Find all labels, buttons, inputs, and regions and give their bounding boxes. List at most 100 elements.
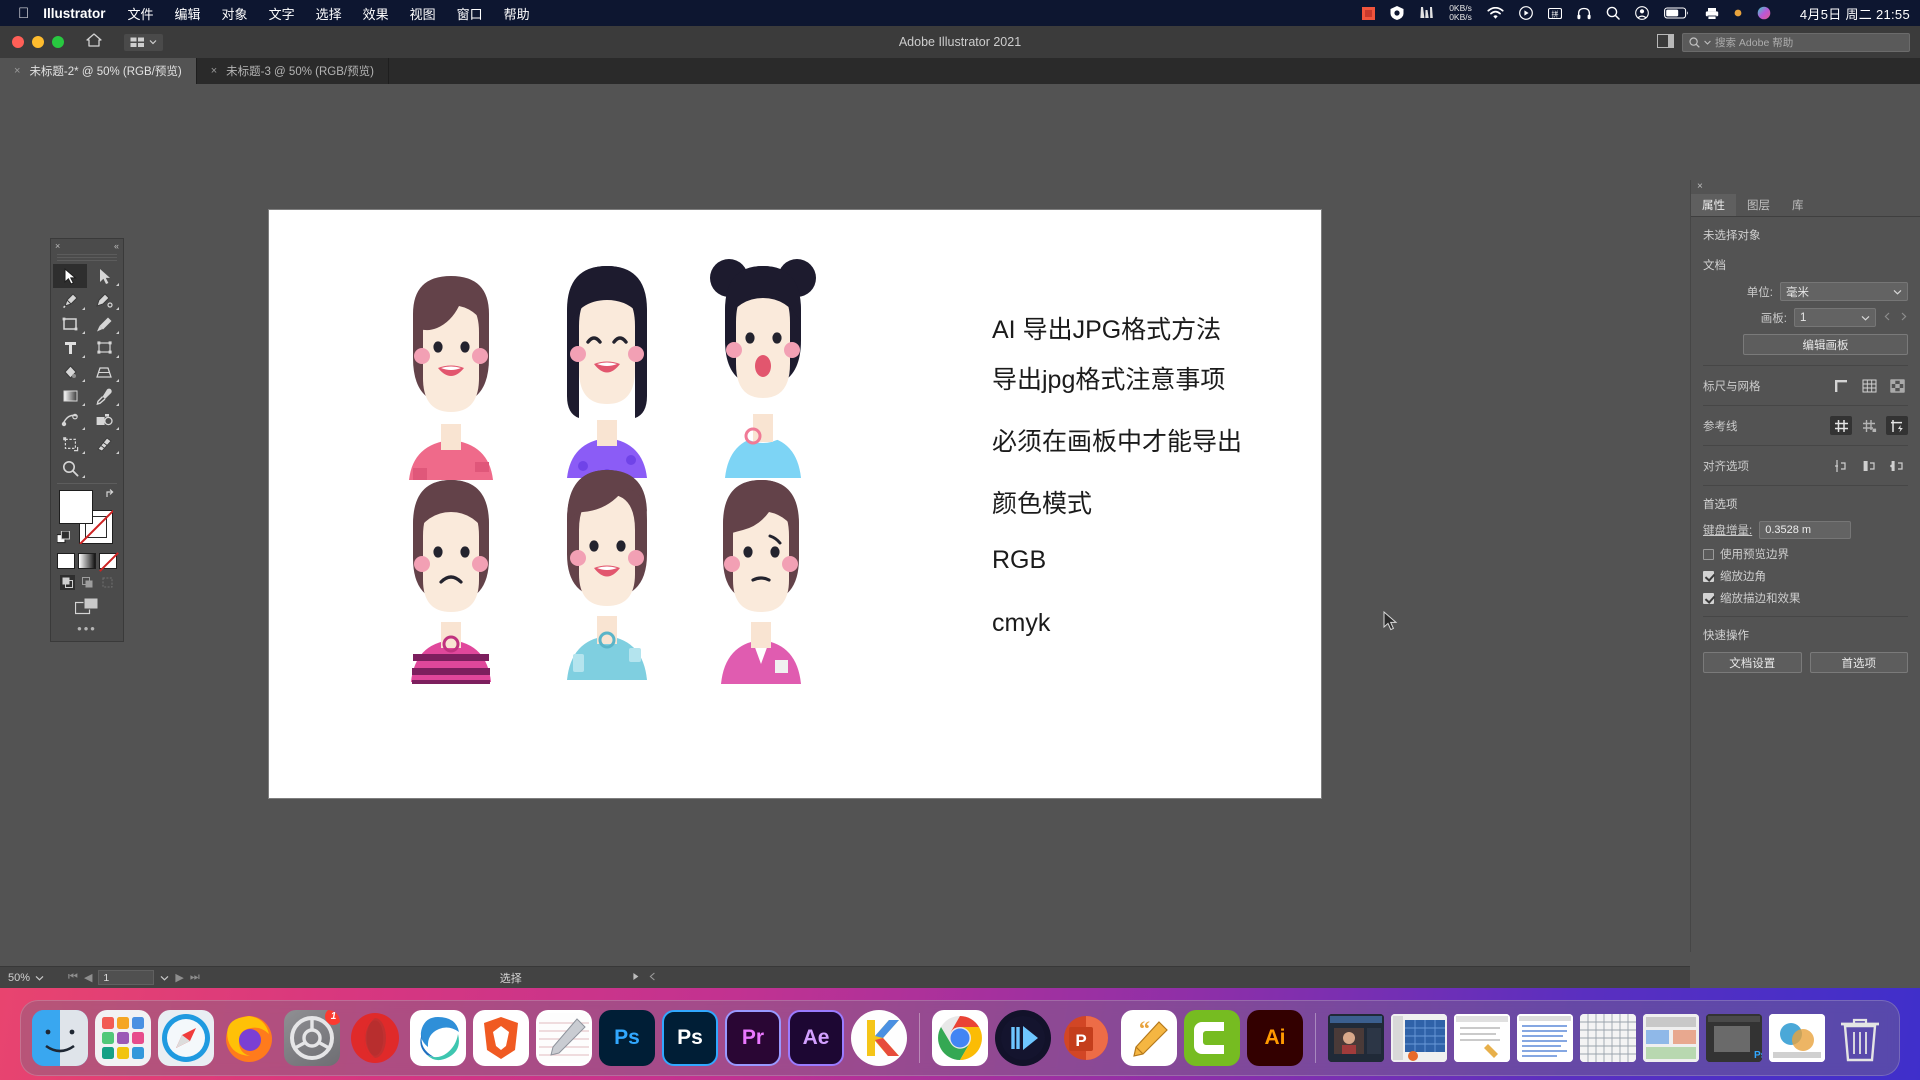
- lock-guides-icon[interactable]: [1858, 416, 1880, 435]
- dock-minimized-ps-window[interactable]: Ps: [1706, 1014, 1762, 1062]
- artboard-text-line-6[interactable]: cmyk: [992, 609, 1050, 638]
- dock-app-illustrator[interactable]: Ai: [1247, 1010, 1303, 1066]
- menu-view[interactable]: 视图: [410, 4, 436, 23]
- scale-strokes-checkbox-row[interactable]: 缩放描边和效果: [1703, 590, 1908, 606]
- shield-icon[interactable]: [1390, 6, 1404, 20]
- show-grid-icon[interactable]: [1858, 376, 1880, 395]
- home-icon[interactable]: [86, 33, 102, 51]
- keyboard-input-icon[interactable]: 拼: [1547, 7, 1562, 20]
- none-mode-button[interactable]: [99, 553, 117, 569]
- tab-libraries[interactable]: 库: [1781, 194, 1815, 216]
- dock-app-firefox[interactable]: [221, 1010, 277, 1066]
- artboard-text-line-1[interactable]: AI 导出JPG格式方法: [992, 310, 1221, 346]
- status-menu-button[interactable]: [632, 972, 640, 984]
- headphones-icon[interactable]: [1577, 7, 1591, 20]
- artboard-text-line-2[interactable]: 导出jpg格式注意事项: [992, 360, 1225, 396]
- artboard-text-line-5[interactable]: RGB: [992, 546, 1046, 575]
- show-transparency-grid-icon[interactable]: [1886, 376, 1908, 395]
- maximize-window-button[interactable]: [52, 36, 64, 48]
- menubar-clock[interactable]: 4月5日 周二 21:55: [1800, 4, 1910, 23]
- fill-color-swatch[interactable]: [59, 490, 93, 524]
- artboard-text-line-3[interactable]: 必须在画板中才能导出: [992, 422, 1242, 458]
- dock-app-camtasia[interactable]: [1184, 1010, 1240, 1066]
- perspective-grid-tool[interactable]: [87, 360, 121, 384]
- menu-type[interactable]: 文字: [269, 4, 295, 23]
- artboard-select[interactable]: 1: [1794, 308, 1876, 327]
- network-speed-indicator[interactable]: 0KB/s 0KB/s: [1449, 4, 1472, 22]
- paintbrush-tool[interactable]: [87, 312, 121, 336]
- dock-trash[interactable]: [1832, 1010, 1888, 1066]
- shape-builder-tool[interactable]: [53, 360, 87, 384]
- show-rulers-icon[interactable]: [1830, 376, 1852, 395]
- zoom-control[interactable]: 50%: [8, 972, 44, 984]
- draw-normal-button[interactable]: [59, 575, 75, 590]
- dock-minimized-spreadsheet-window[interactable]: [1391, 1014, 1447, 1062]
- scale-corners-checkbox[interactable]: [1703, 570, 1714, 582]
- red-square-icon[interactable]: [1362, 6, 1376, 20]
- dock-app-powerpoint[interactable]: P: [1058, 1010, 1114, 1066]
- artboard-text-line-4[interactable]: 颜色模式: [992, 484, 1092, 520]
- menu-select[interactable]: 选择: [316, 4, 342, 23]
- tools-panel-grip[interactable]: [57, 254, 117, 261]
- align-to-glyph-icon[interactable]: [1858, 456, 1880, 475]
- preview-bounds-checkbox[interactable]: [1703, 548, 1714, 560]
- dock-app-system-preferences[interactable]: 1: [284, 1010, 340, 1066]
- show-guides-icon[interactable]: [1830, 416, 1852, 435]
- zoom-tool[interactable]: [53, 456, 87, 480]
- battery-icon[interactable]: [1663, 7, 1690, 19]
- blend-tool[interactable]: [53, 408, 87, 432]
- artboard-prev-button[interactable]: ◀: [84, 971, 92, 984]
- dock-minimized-text-document-window[interactable]: [1517, 1014, 1573, 1062]
- apple-logo-icon[interactable]: : [18, 6, 29, 21]
- close-icon[interactable]: ×: [14, 65, 20, 77]
- properties-panel-close[interactable]: ×: [1691, 180, 1920, 194]
- edit-toolbar-button[interactable]: •••: [51, 618, 123, 641]
- align-to-pixel-grid-icon[interactable]: [1830, 456, 1852, 475]
- preview-bounds-checkbox-row[interactable]: 使用预览边界: [1703, 546, 1908, 562]
- dock-app-after-effects[interactable]: Ae: [788, 1010, 844, 1066]
- wifi-icon[interactable]: [1487, 6, 1504, 20]
- curvature-tool[interactable]: [87, 288, 121, 312]
- edit-artboards-button[interactable]: 编辑画板: [1743, 334, 1908, 355]
- dock-app-photoshop-cc[interactable]: Ps: [599, 1010, 655, 1066]
- menu-object[interactable]: 对象: [222, 4, 248, 23]
- tab-layers[interactable]: 图层: [1736, 194, 1781, 216]
- play-circle-icon[interactable]: [1518, 6, 1533, 20]
- artboard-number-input[interactable]: 1: [98, 970, 155, 985]
- menu-help[interactable]: 帮助: [504, 4, 530, 23]
- free-transform-tool[interactable]: [87, 336, 121, 360]
- slice-tool[interactable]: [87, 432, 121, 456]
- menu-file[interactable]: 文件: [128, 4, 154, 23]
- rectangle-tool[interactable]: [53, 312, 87, 336]
- canvas-area[interactable]: AI 导出JPG格式方法 导出jpg格式注意事项 必须在画板中才能导出 颜色模式…: [0, 84, 1690, 974]
- menu-effect[interactable]: 效果: [363, 4, 389, 23]
- document-tab-2[interactable]: × 未标题-3 @ 50% (RGB/预览): [197, 58, 389, 84]
- fill-color-mode-button[interactable]: [57, 553, 75, 569]
- close-window-button[interactable]: [12, 36, 24, 48]
- artboard-next-button[interactable]: [1899, 312, 1908, 324]
- dock-app-notes[interactable]: [536, 1010, 592, 1066]
- align-to-point-icon[interactable]: [1886, 456, 1908, 475]
- status-resize-handle[interactable]: [648, 972, 657, 984]
- menubar-app-name[interactable]: Illustrator: [43, 6, 105, 21]
- dock-app-ulysses[interactable]: “: [1121, 1010, 1177, 1066]
- dock-minimized-video-window[interactable]: [1328, 1014, 1384, 1062]
- avatar-kid-striped-shirt[interactable]: [391, 472, 511, 684]
- artboard-last-button[interactable]: ⏭: [190, 971, 200, 984]
- dock-app-launchpad[interactable]: [95, 1010, 151, 1066]
- dock-app-safari[interactable]: [158, 1010, 214, 1066]
- user-icon[interactable]: [1635, 6, 1649, 20]
- tools-panel[interactable]: × « •••: [50, 238, 124, 642]
- dock-app-keka[interactable]: [851, 1010, 907, 1066]
- dock-app-photoshop-2021[interactable]: Ps: [662, 1010, 718, 1066]
- keyboard-increment-label[interactable]: 键盘增量:: [1703, 522, 1752, 538]
- keyboard-increment-input[interactable]: 0.3528 m: [1759, 521, 1852, 539]
- chevron-down-icon[interactable]: [160, 975, 169, 981]
- smart-guides-icon[interactable]: [1886, 416, 1908, 435]
- dock-app-finder[interactable]: [32, 1010, 88, 1066]
- swap-fill-stroke-icon[interactable]: [105, 488, 117, 503]
- artboard-tool[interactable]: [53, 432, 87, 456]
- artboard-first-button[interactable]: ⏮: [68, 971, 78, 984]
- arrange-documents-icon[interactable]: [124, 33, 163, 51]
- dock-minimized-document-window[interactable]: [1454, 1014, 1510, 1062]
